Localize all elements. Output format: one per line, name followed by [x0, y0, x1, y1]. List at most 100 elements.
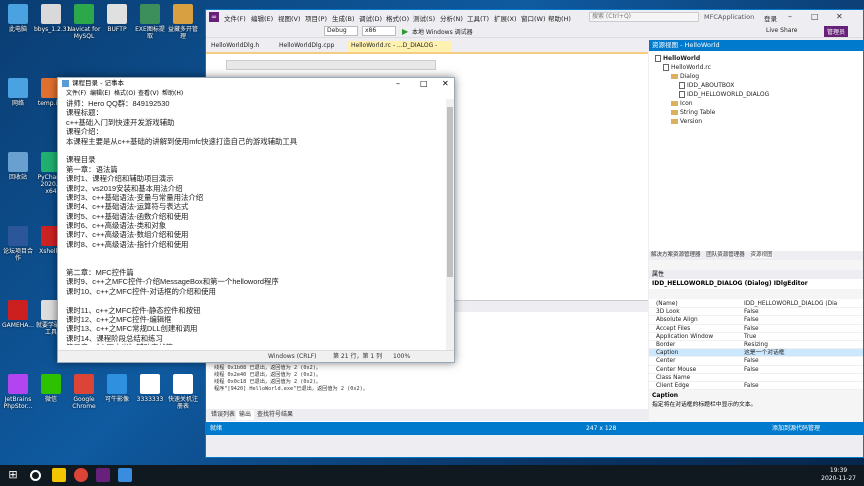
- vs-menu-item[interactable]: 窗口(W): [521, 13, 546, 23]
- tab-find-symbol[interactable]: 查找符号结果: [254, 410, 296, 420]
- tree-node[interactable]: String Table: [649, 108, 863, 117]
- desktop-icon[interactable]: Navicat for MySQL: [67, 4, 101, 40]
- tree-node[interactable]: Dialog: [649, 72, 863, 81]
- tab-resource-view[interactable]: 资源视图: [750, 252, 773, 258]
- desktop-icon[interactable]: 3333333: [133, 374, 167, 403]
- tree-node[interactable]: IDD_HELLOWORLD_DIALOG: [649, 90, 863, 99]
- property-row[interactable]: Class Name: [649, 374, 863, 382]
- config-select[interactable]: Debug: [324, 26, 358, 36]
- start-debug-icon[interactable]: ▶: [402, 27, 408, 36]
- notepad-maximize-icon[interactable]: □: [420, 78, 428, 89]
- vs-menu-item[interactable]: 分析(N): [440, 13, 463, 23]
- debugger-select[interactable]: 本地 Windows 调试器: [412, 27, 473, 36]
- desktop-icon[interactable]: 可牛影像: [100, 374, 134, 403]
- vs-menu-item[interactable]: 工具(T): [467, 13, 489, 23]
- tree-node[interactable]: Icon: [649, 99, 863, 108]
- vs-menu-item[interactable]: 调试(D): [359, 13, 382, 23]
- search-icon[interactable]: [30, 470, 41, 481]
- vs-menu-item[interactable]: 视图(V): [278, 13, 301, 23]
- property-row[interactable]: Center False: [649, 357, 863, 366]
- desktop-icon[interactable]: 益藏多开管理: [166, 4, 200, 40]
- live-share-button[interactable]: Live Share: [766, 27, 797, 34]
- desktop-icon[interactable]: 回收站: [1, 152, 35, 181]
- tree-node[interactable]: HelloWorld.rc: [649, 63, 863, 72]
- tab-team-explorer[interactable]: 团队资源管理器: [706, 252, 745, 258]
- notepad-minimize-icon[interactable]: –: [396, 78, 400, 89]
- maximize-icon[interactable]: □: [811, 12, 819, 21]
- notepad-menu-item[interactable]: 查看(V): [138, 89, 159, 99]
- desktop-icon[interactable]: EXE图标提取: [133, 4, 167, 40]
- app-icon: [107, 4, 127, 24]
- property-value[interactable]: False: [744, 357, 759, 365]
- vs-search-input[interactable]: 搜索 (Ctrl+Q): [589, 12, 699, 22]
- windows-start-icon[interactable]: ⊞: [6, 468, 20, 482]
- vs-menu-item[interactable]: 测试(S): [413, 13, 435, 23]
- property-row[interactable]: Absolute Align False: [649, 316, 863, 325]
- property-value[interactable]: False: [744, 316, 759, 324]
- file-explorer-icon[interactable]: [52, 468, 66, 482]
- property-value[interactable]: False: [744, 366, 759, 374]
- property-row[interactable]: (Name) IDD_HELLOWORLD_DIALOG (Dia: [649, 300, 863, 309]
- properties-object-select[interactable]: IDD_HELLOWORLD_DIALOG (Dialog) IDlgEdito…: [649, 279, 863, 289]
- dialog-preview[interactable]: [226, 60, 436, 70]
- tree-node[interactable]: HelloWorld: [649, 54, 863, 63]
- desktop-icon[interactable]: JetBrains PhpStor...: [1, 374, 35, 410]
- platform-select[interactable]: x86: [362, 26, 396, 36]
- property-row[interactable]: 3D Look False: [649, 308, 863, 317]
- desktop-icon[interactable]: Google Chrome: [67, 374, 101, 410]
- app-icon: [140, 4, 160, 24]
- vs-menu-item[interactable]: 编辑(E): [251, 13, 273, 23]
- property-row[interactable]: Border Resizing: [649, 341, 863, 350]
- source-control-button[interactable]: 添加到源代码管理: [772, 422, 820, 435]
- vs-menu-item[interactable]: 文件(F): [224, 13, 246, 23]
- tab-solution-explorer[interactable]: 解决方案资源管理器: [651, 252, 701, 258]
- property-row[interactable]: Center Mouse False: [649, 366, 863, 374]
- tab-helloworlddlg-h[interactable]: HelloWorldDlg.h: [208, 41, 262, 52]
- vs-menu-item[interactable]: 扩展(X): [494, 13, 517, 23]
- desktop-icon[interactable]: GAMEHA...: [1, 300, 35, 329]
- desktop-icon[interactable]: bbys_1.2.31: [34, 4, 70, 33]
- vs-menu-item[interactable]: 生成(B): [332, 13, 355, 23]
- visual-studio-icon[interactable]: [96, 468, 110, 482]
- file-icon: [663, 64, 669, 71]
- desktop-icon[interactable]: 微信: [34, 374, 68, 403]
- tree-node[interactable]: Version: [649, 117, 863, 126]
- property-value[interactable]: Resizing: [744, 341, 768, 349]
- notepad-line: 课时9、c++之MFC控件-介绍MessageBox和第一个helloword程…: [66, 277, 279, 287]
- property-value[interactable]: False: [744, 308, 759, 316]
- vs-menu-item[interactable]: 项目(P): [305, 13, 327, 23]
- property-row[interactable]: Accept Files False: [649, 325, 863, 333]
- notepad-menu-item[interactable]: 格式(O): [114, 89, 135, 99]
- desktop-icon[interactable]: 此电脑: [1, 4, 35, 33]
- vs-menu-item[interactable]: 格式(O): [386, 13, 409, 23]
- chrome-icon[interactable]: [74, 468, 88, 482]
- tab-error-list[interactable]: 错误列表: [208, 410, 238, 420]
- desktop-icon[interactable]: BUFTP: [100, 4, 134, 33]
- tab-helloworlddlg-cpp[interactable]: HelloWorldDlg.cpp: [276, 41, 337, 52]
- desktop-icon[interactable]: 快速关机注册表: [166, 374, 200, 410]
- minimize-icon[interactable]: –: [788, 12, 792, 21]
- property-value[interactable]: False: [744, 382, 759, 390]
- property-value[interactable]: True: [744, 333, 756, 341]
- notepad-taskbar-icon[interactable]: [118, 468, 132, 482]
- property-row[interactable]: Application Window True: [649, 333, 863, 341]
- notepad-text-area[interactable]: 讲师：Hero QQ群：849192530 课程标题： c++基础入门到快速开发游戏…: [66, 99, 446, 345]
- property-value[interactable]: 这是一个对话框: [744, 349, 785, 357]
- tab-helloworld-rc[interactable]: HelloWorld.rc - ...D_DIALOG - Dialog: [348, 41, 451, 59]
- close-icon[interactable]: ✕: [836, 12, 843, 21]
- login-link[interactable]: 登录: [764, 13, 777, 23]
- property-row[interactable]: Caption 这是一个对话框: [649, 349, 863, 358]
- vs-menu-item[interactable]: 帮助(H): [548, 13, 571, 23]
- property-row[interactable]: Client Edge False: [649, 382, 863, 391]
- tree-node[interactable]: IDD_ABOUTBOX: [649, 81, 863, 90]
- property-value[interactable]: IDD_HELLOWORLD_DIALOG (Dia: [744, 300, 837, 308]
- notepad-close-icon[interactable]: ✕: [442, 78, 449, 89]
- desktop-icon[interactable]: 网络: [1, 78, 35, 107]
- notepad-scrollbar[interactable]: [446, 99, 454, 350]
- property-value[interactable]: False: [744, 325, 759, 333]
- desktop-icon[interactable]: 论坛项目合作: [1, 226, 35, 262]
- notepad-menu-item[interactable]: 编辑(E): [90, 89, 110, 99]
- notepad-menu-item[interactable]: 帮助(H): [162, 89, 183, 99]
- tab-output[interactable]: 输出: [236, 410, 255, 420]
- notepad-menu-item[interactable]: 文件(F): [66, 89, 86, 99]
